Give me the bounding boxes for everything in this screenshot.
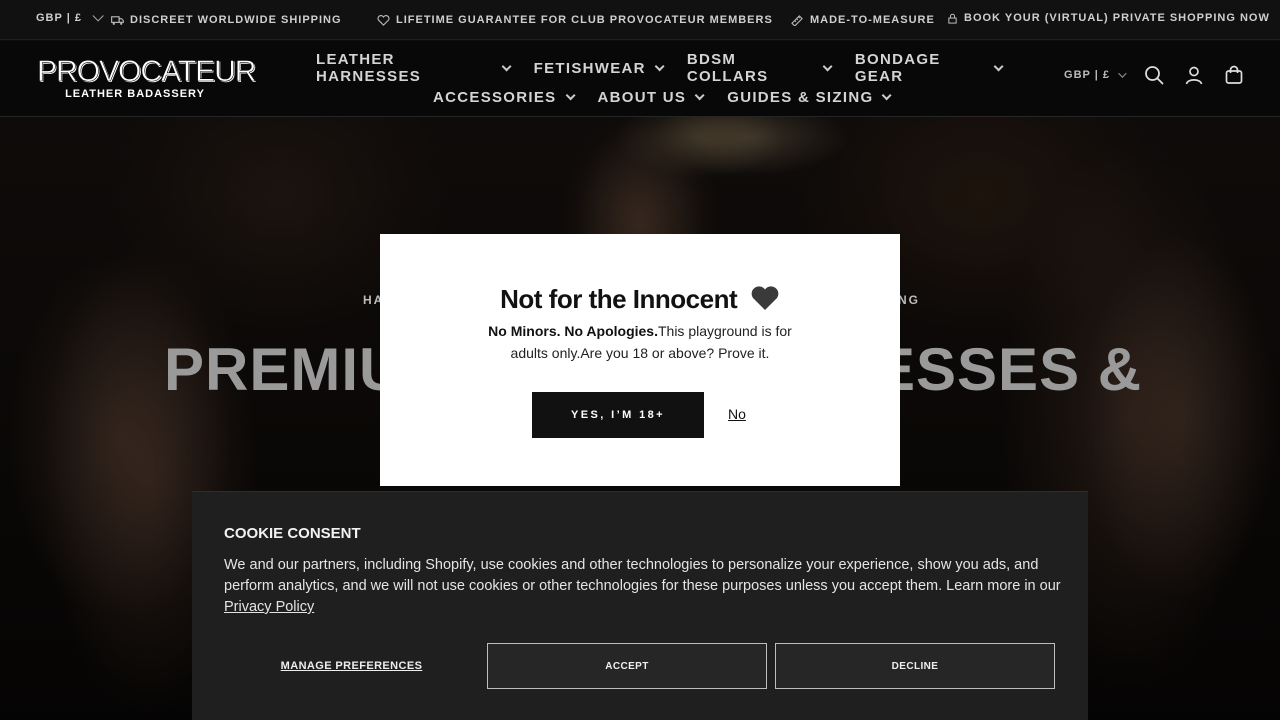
chevron-down-icon <box>822 61 833 71</box>
nav-item-leather-harnesses[interactable]: LEATHER HARNESSES <box>316 51 512 85</box>
topbar-private-shopping-label: BOOK YOUR (VIRTUAL) PRIVATE SHOPPING NOW <box>964 12 1270 24</box>
decline-cookies-button[interactable]: DECLINE <box>775 643 1055 689</box>
header-currency-selector[interactable]: GBP | £ <box>1064 69 1127 81</box>
heart-icon <box>377 14 390 26</box>
cookie-message: We and our partners, including Shopify, … <box>224 555 1064 618</box>
topbar-made-to-measure-label: MADE-TO-MEASURE <box>810 14 935 26</box>
age-confirm-button[interactable]: YES, I’M 18+ <box>532 392 704 438</box>
topbar-shipping[interactable]: DISCREET WORLDWIDE SHIPPING <box>111 14 342 26</box>
cart-icon[interactable] <box>1224 65 1244 85</box>
chevron-down-icon <box>501 61 512 71</box>
age-modal-message: No Minors. No Apologies.This playground … <box>475 320 805 364</box>
nav-item-label: ACCESSORIES <box>433 89 557 106</box>
nav-item-accessories[interactable]: ACCESSORIES <box>433 89 576 106</box>
lock-icon <box>948 13 957 24</box>
logo-tagline: LEATHER BADASSERY <box>65 88 205 100</box>
topbar-currency-selector[interactable]: GBP | £ <box>36 10 104 24</box>
nav-item-label: ABOUT US <box>597 89 687 106</box>
nav-item-label: GUIDES & SIZING <box>727 89 874 106</box>
nav-item-label: BONDAGE GEAR <box>854 51 941 85</box>
topbar-shipping-label: DISCREET WORLDWIDE SHIPPING <box>130 14 342 26</box>
black-heart-icon <box>751 286 779 310</box>
nav-row-primary: LEATHER HARNESSES FETISHWEAR BDSM COLLAR… <box>316 51 1004 85</box>
chevron-down-icon <box>1118 69 1127 78</box>
header-actions: GBP | £ <box>1064 65 1244 85</box>
main-navigation: LEATHER HARNESSES FETISHWEAR BDSM COLLAR… <box>300 41 1004 117</box>
hero-title-right: ESSES & <box>875 336 1143 403</box>
nav-item-label: BDSM COLLARS <box>686 51 769 85</box>
cookie-title: COOKIE CONSENT <box>224 525 361 542</box>
chevron-down-icon <box>694 90 705 101</box>
topbar-guarantee[interactable]: LIFETIME GUARANTEE FOR CLUB PROVOCATEUR … <box>377 14 773 26</box>
topbar-guarantee-label: LIFETIME GUARANTEE FOR CLUB PROVOCATEUR … <box>396 14 773 26</box>
site-logo[interactable]: PROVOCATEUR LEATHER BADASSERY <box>37 55 257 101</box>
chevron-down-icon <box>654 60 665 71</box>
age-decline-link[interactable]: No <box>728 406 746 422</box>
logo-wordmark: PROVOCATEUR <box>37 55 257 88</box>
nav-item-label: LEATHER HARNESSES <box>316 51 422 85</box>
chevron-down-icon <box>882 90 892 101</box>
nav-item-about-us[interactable]: ABOUT US <box>597 89 705 106</box>
cookie-consent-banner: COOKIE CONSENT We and our partners, incl… <box>192 491 1088 720</box>
nav-row-secondary: ACCESSORIES ABOUT US GUIDES & SIZING <box>433 89 892 106</box>
topbar-private-shopping[interactable]: BOOK YOUR (VIRTUAL) PRIVATE SHOPPING NOW <box>947 12 1270 24</box>
accept-cookies-button[interactable]: ACCEPT <box>487 643 767 689</box>
search-icon[interactable] <box>1144 65 1164 85</box>
account-icon[interactable] <box>1184 65 1204 85</box>
topbar-made-to-measure[interactable]: MADE-TO-MEASURE <box>791 14 935 26</box>
cookie-message-text: We and our partners, including Shopify, … <box>224 557 1061 594</box>
nav-item-bdsm-collars[interactable]: BDSM COLLARS <box>686 51 833 85</box>
site-header: PROVOCATEUR LEATHER BADASSERY LEATHER HA… <box>0 41 1280 117</box>
nav-item-bondage-gear[interactable]: BONDAGE GEAR <box>854 51 1004 85</box>
nav-item-label: FETISHWEAR <box>533 59 646 77</box>
topbar-currency-label: GBP | £ <box>36 12 82 24</box>
nav-item-fetishwear[interactable]: FETISHWEAR <box>533 51 665 85</box>
truck-icon <box>111 15 124 25</box>
hero-subtitle-right: NG <box>898 293 920 307</box>
announcement-bar: GBP | £ DISCREET WORLDWIDE SHIPPING LIFE… <box>0 0 1280 40</box>
age-modal-bold-text: No Minors. No Apologies. <box>488 323 658 339</box>
privacy-policy-link[interactable]: Privacy Policy <box>224 599 314 615</box>
chevron-down-icon <box>993 61 1004 71</box>
hero-title-left: PREMIU <box>164 336 404 403</box>
header-currency-label: GBP | £ <box>1064 69 1110 81</box>
chevron-down-icon <box>92 10 104 22</box>
age-verification-modal: Not for the Innocent No Minors. No Apolo… <box>380 234 900 486</box>
ruler-icon <box>791 14 803 26</box>
chevron-down-icon <box>565 90 576 101</box>
age-modal-title: Not for the Innocent <box>380 284 900 315</box>
manage-preferences-link[interactable]: MANAGE PREFERENCES <box>224 643 479 689</box>
age-modal-title-text: Not for the Innocent <box>500 284 738 314</box>
nav-item-guides-sizing[interactable]: GUIDES & SIZING <box>727 89 892 106</box>
